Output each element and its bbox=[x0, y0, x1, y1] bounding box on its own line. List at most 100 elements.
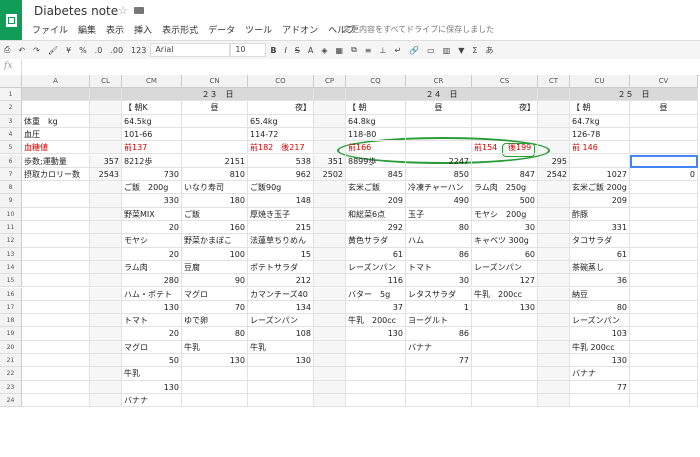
grid-cell[interactable] bbox=[472, 393, 538, 408]
cell-cs-14[interactable]: レーズンパン bbox=[472, 260, 538, 275]
grid-cell[interactable] bbox=[314, 314, 346, 328]
functions-icon[interactable]: Σ bbox=[468, 46, 481, 55]
row-header-14[interactable]: 14 bbox=[0, 260, 22, 275]
grid-cell[interactable] bbox=[314, 393, 346, 408]
grid-cell[interactable] bbox=[314, 247, 346, 261]
cell-cm_co-1[interactable]: ２３ 日 bbox=[122, 88, 314, 102]
grid-cell[interactable] bbox=[406, 141, 472, 155]
row-header-4[interactable]: 4 bbox=[0, 127, 22, 142]
cell-co-17[interactable]: 134 bbox=[248, 300, 314, 315]
cell-cm-2[interactable]: 【 朝K bbox=[122, 101, 182, 115]
cell-cu-3[interactable]: 64.7kg bbox=[570, 114, 630, 128]
cell-cm-12[interactable]: モヤシ bbox=[122, 234, 182, 248]
bold-button[interactable]: B bbox=[266, 46, 280, 55]
column-header-CT[interactable]: CT bbox=[538, 75, 570, 88]
cell-cn-20[interactable]: 牛乳 bbox=[182, 340, 248, 354]
cell-a-4[interactable]: 血圧 bbox=[22, 127, 90, 142]
cell-cm-8[interactable]: ご飯 200g bbox=[122, 181, 182, 195]
cell-cq-16[interactable]: バター 5g bbox=[346, 287, 406, 301]
cell-a-6[interactable]: 歩数;運動量 bbox=[22, 154, 90, 168]
undo-icon[interactable]: ↶ bbox=[14, 46, 29, 55]
cell-a-7[interactable]: 摂取カロリー数 bbox=[22, 167, 90, 182]
cell-co-4[interactable]: 114-72 bbox=[248, 127, 314, 142]
row-header-13[interactable]: 13 bbox=[0, 247, 22, 261]
grid-cell[interactable] bbox=[90, 234, 122, 248]
menu-file[interactable]: ファイル bbox=[32, 23, 68, 36]
grid-cell[interactable] bbox=[346, 340, 406, 354]
cell-cn-9[interactable]: 180 bbox=[182, 194, 248, 208]
grid-cell[interactable] bbox=[90, 221, 122, 235]
formula-bar[interactable]: fx bbox=[0, 59, 700, 76]
grid-cell[interactable] bbox=[314, 234, 346, 248]
cell-cq-3[interactable]: 64.8kg bbox=[346, 114, 406, 128]
cell-co-11[interactable]: 215 bbox=[248, 221, 314, 235]
cell-co-7[interactable]: 962 bbox=[248, 167, 314, 182]
cell-cm-4[interactable]: 101-66 bbox=[122, 127, 182, 142]
cell-ct-6[interactable]: 295 bbox=[538, 154, 570, 168]
increase-decimal-button[interactable]: .00 bbox=[106, 46, 127, 55]
cell-cs2-5[interactable]: 後199 bbox=[472, 141, 538, 154]
cell-cs-13[interactable]: 60 bbox=[472, 247, 538, 261]
grid-cell[interactable] bbox=[630, 127, 698, 142]
grid-cell[interactable] bbox=[630, 300, 698, 315]
cell-cu-23[interactable]: 77 bbox=[570, 380, 630, 394]
cell-cs-11[interactable]: 30 bbox=[472, 221, 538, 235]
grid-cell[interactable] bbox=[90, 88, 122, 102]
grid-cell[interactable] bbox=[538, 354, 570, 368]
row-header-8[interactable]: 8 bbox=[0, 181, 22, 195]
grid-cell[interactable] bbox=[538, 300, 570, 315]
grid-cell[interactable] bbox=[22, 88, 90, 102]
cell-co-18[interactable]: レーズンパン bbox=[248, 314, 314, 328]
cell-cu-21[interactable]: 130 bbox=[570, 354, 630, 368]
cell-cm-11[interactable]: 20 bbox=[122, 221, 182, 235]
grid-cell[interactable] bbox=[472, 327, 538, 341]
cell-co-21[interactable]: 130 bbox=[248, 354, 314, 368]
grid-cell[interactable] bbox=[22, 234, 90, 248]
grid-cell[interactable] bbox=[248, 393, 314, 408]
row-header-9[interactable]: 9 bbox=[0, 194, 22, 208]
grid-cell[interactable] bbox=[538, 274, 570, 288]
cell-cu-10[interactable]: 酢豚 bbox=[570, 207, 630, 221]
cell-co-20[interactable]: 牛乳 bbox=[248, 340, 314, 354]
grid-cell[interactable] bbox=[90, 127, 122, 142]
cell-cu-15[interactable]: 36 bbox=[570, 274, 630, 288]
column-header-CV[interactable]: CV bbox=[630, 75, 698, 88]
grid-cell[interactable] bbox=[630, 327, 698, 341]
grid-cell[interactable] bbox=[90, 181, 122, 195]
cell-cr-12[interactable]: ハム bbox=[406, 234, 472, 248]
row-header-19[interactable]: 19 bbox=[0, 327, 22, 341]
text-color-button[interactable]: A bbox=[304, 46, 317, 55]
menu-addons[interactable]: アドオン bbox=[282, 23, 318, 36]
grid-cell[interactable] bbox=[182, 114, 248, 128]
grid-cell[interactable] bbox=[90, 287, 122, 301]
cell-cs-10[interactable]: モヤシ 200g bbox=[472, 207, 538, 221]
cell-cn-14[interactable]: 豆腐 bbox=[182, 260, 248, 275]
row-header-3[interactable]: 3 bbox=[0, 114, 22, 128]
cell-cm-19[interactable]: 20 bbox=[122, 327, 182, 341]
column-header-corner[interactable] bbox=[0, 75, 22, 88]
sheets-logo-icon[interactable] bbox=[0, 0, 22, 40]
column-header-CU[interactable]: CU bbox=[570, 75, 630, 88]
cell-cq-18[interactable]: 牛乳 200cc bbox=[346, 314, 406, 328]
grid-cell[interactable] bbox=[314, 101, 346, 115]
link-icon[interactable]: 🔗 bbox=[405, 46, 423, 55]
grid-cell[interactable] bbox=[22, 287, 90, 301]
row-header-10[interactable]: 10 bbox=[0, 207, 22, 221]
column-header-CM[interactable]: CM bbox=[122, 75, 182, 88]
grid-cell[interactable] bbox=[22, 260, 90, 275]
grid-cell[interactable] bbox=[538, 340, 570, 354]
grid-cell[interactable] bbox=[314, 260, 346, 275]
cell-cm-18[interactable]: トマト bbox=[122, 314, 182, 328]
cell-cr-17[interactable]: 1 bbox=[406, 300, 472, 315]
cell-cq-12[interactable]: 黄色サラダ bbox=[346, 234, 406, 248]
cell-cr-9[interactable]: 490 bbox=[406, 194, 472, 208]
grid-cell[interactable] bbox=[314, 367, 346, 381]
cell-a-5[interactable]: 血糖値 bbox=[22, 141, 90, 155]
row-header-16[interactable]: 16 bbox=[0, 287, 22, 301]
cell-cs-12[interactable]: キャベツ 300g bbox=[472, 234, 538, 248]
grid-cell[interactable] bbox=[538, 141, 570, 155]
grid-cell[interactable] bbox=[630, 114, 698, 128]
grid-cell[interactable] bbox=[22, 181, 90, 195]
row-header-21[interactable]: 21 bbox=[0, 354, 22, 368]
grid-cell[interactable] bbox=[22, 247, 90, 261]
